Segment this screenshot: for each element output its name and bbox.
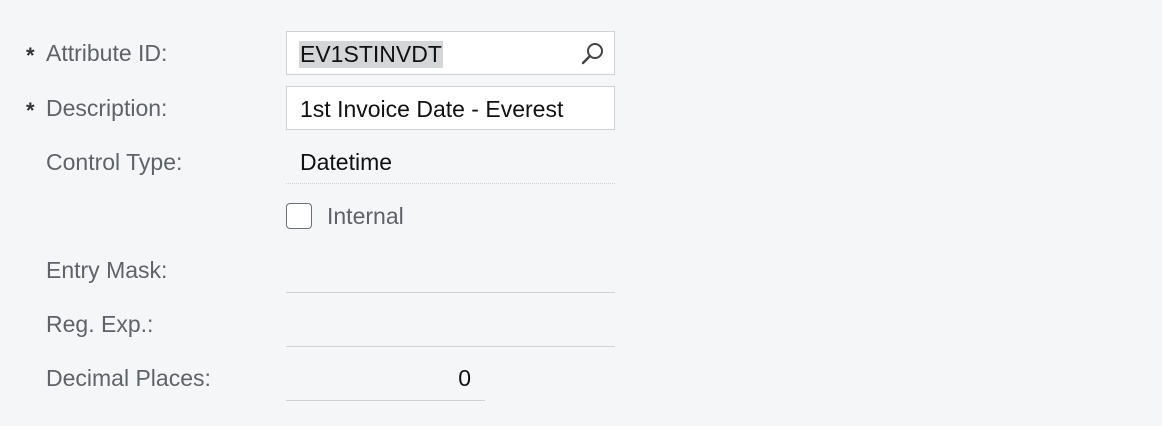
- search-icon[interactable]: [580, 41, 606, 67]
- reg-exp-input[interactable]: [286, 302, 615, 347]
- attribute-form: * Attribute ID: EV1STINVDT * Description…: [0, 0, 1162, 426]
- required-marker: *: [26, 43, 35, 68]
- description-label: Description:: [46, 95, 168, 121]
- internal-checkbox[interactable]: [286, 203, 312, 229]
- entry-mask-row: Entry Mask:: [0, 248, 1162, 294]
- internal-row: Internal: [0, 194, 1162, 240]
- internal-label[interactable]: Internal: [327, 203, 404, 230]
- reg-exp-row: Reg. Exp.:: [0, 302, 1162, 348]
- description-input[interactable]: 1st Invoice Date - Everest: [286, 86, 615, 130]
- control-type-value: Datetime: [300, 149, 393, 175]
- decimal-places-input[interactable]: 0: [286, 356, 485, 401]
- control-type-row: Control Type: Datetime: [0, 140, 1162, 186]
- attribute-id-row: * Attribute ID: EV1STINVDT: [0, 31, 1162, 77]
- entry-mask-label: Entry Mask:: [46, 257, 168, 283]
- attribute-id-label: Attribute ID:: [46, 40, 168, 66]
- control-type-label: Control Type:: [46, 149, 183, 175]
- required-marker: *: [26, 98, 35, 123]
- decimal-places-label: Decimal Places:: [46, 365, 211, 391]
- reg-exp-label: Reg. Exp.:: [46, 311, 154, 337]
- control-type-divider: [286, 183, 615, 184]
- description-row: * Description: 1st Invoice Date - Everes…: [0, 86, 1162, 132]
- decimal-places-row: Decimal Places: 0: [0, 356, 1162, 402]
- entry-mask-input[interactable]: [286, 248, 615, 293]
- description-value: 1st Invoice Date - Everest: [300, 96, 564, 122]
- decimal-places-value: 0: [458, 365, 471, 391]
- attribute-id-input[interactable]: EV1STINVDT: [286, 31, 615, 75]
- attribute-id-value: EV1STINVDT: [299, 41, 443, 68]
